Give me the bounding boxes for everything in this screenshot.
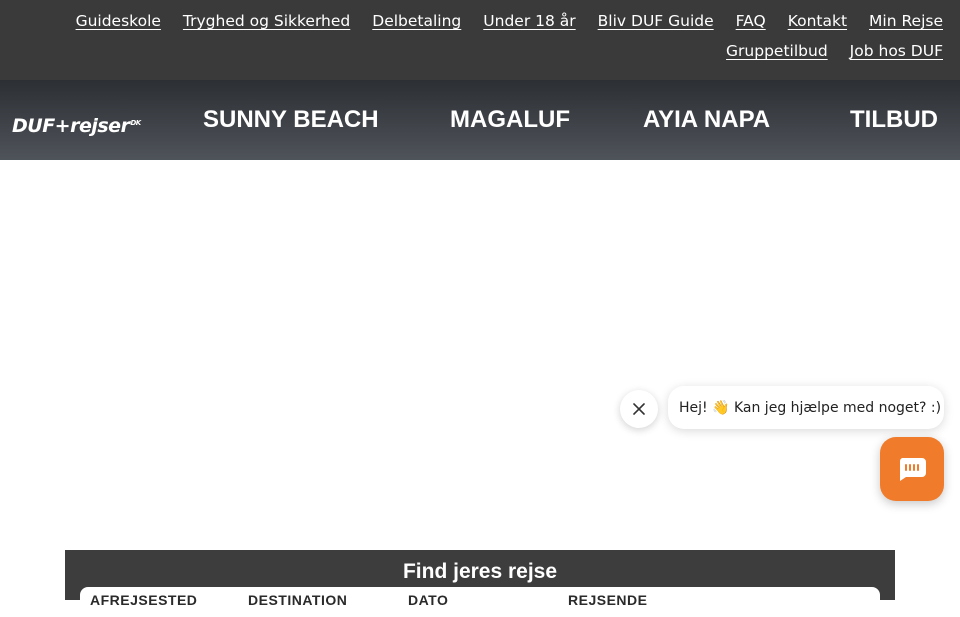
close-icon [633,403,645,415]
nav-sunny-beach[interactable]: SUNNY BEACH [203,106,379,134]
field-rejsende[interactable]: REJSENDE [568,592,647,608]
link-delbetaling[interactable]: Delbetaling [372,12,461,30]
link-faq[interactable]: FAQ [736,12,766,30]
utility-links: Guideskole Tryghed og Sikkerhed Delbetal… [76,12,943,60]
field-afrejsested[interactable]: AFREJSESTED [90,592,197,608]
logo-suffix: DK [130,118,141,127]
search-fields: AFREJSESTED DESTINATION DATO REJSENDE [80,587,880,617]
link-kontakt[interactable]: Kontakt [788,12,847,30]
search-title: Find jeres rejse [402,560,558,583]
nav-tilbud[interactable]: TILBUD [850,106,938,134]
link-tryghed-og-sikkerhed[interactable]: Tryghed og Sikkerhed [183,12,350,30]
logo-text: DUF+rejser [12,115,130,137]
utility-links-row-2: Gruppetilbud Job hos DUF [726,42,943,60]
nav-ayia-napa[interactable]: AYIA NAPA [643,106,770,134]
nav-magaluf[interactable]: MAGALUF [450,106,570,134]
utility-links-row-1: Guideskole Tryghed og Sikkerhed Delbetal… [76,12,943,30]
utility-bar: Guideskole Tryghed og Sikkerhed Delbetal… [0,0,960,80]
main-navigation: DUF+rejserDK SUNNY BEACH MAGALUF AYIA NA… [0,80,960,160]
field-dato[interactable]: DATO [408,592,448,608]
link-gruppetilbud[interactable]: Gruppetilbud [726,42,828,60]
chat-launcher-button[interactable] [880,437,944,501]
link-guideskole[interactable]: Guideskole [76,12,161,30]
site-logo[interactable]: DUF+rejserDK [12,115,141,137]
field-destination[interactable]: DESTINATION [248,592,347,608]
trip-search-panel: Find jeres rejse AFREJSESTED DESTINATION… [65,550,895,617]
chat-greeting-bubble[interactable]: Hej! 👋 Kan jeg hjælpe med noget? :) [668,386,944,429]
link-under-18[interactable]: Under 18 år [483,12,575,30]
chat-greeting-text: Hej! 👋 Kan jeg hjælpe med noget? :) [679,399,942,416]
chat-icon [899,458,926,481]
link-min-rejse[interactable]: Min Rejse [869,12,943,30]
link-bliv-duf-guide[interactable]: Bliv DUF Guide [598,12,714,30]
chat-close-button[interactable] [620,390,658,428]
link-job-hos-duf[interactable]: Job hos DUF [850,42,943,60]
